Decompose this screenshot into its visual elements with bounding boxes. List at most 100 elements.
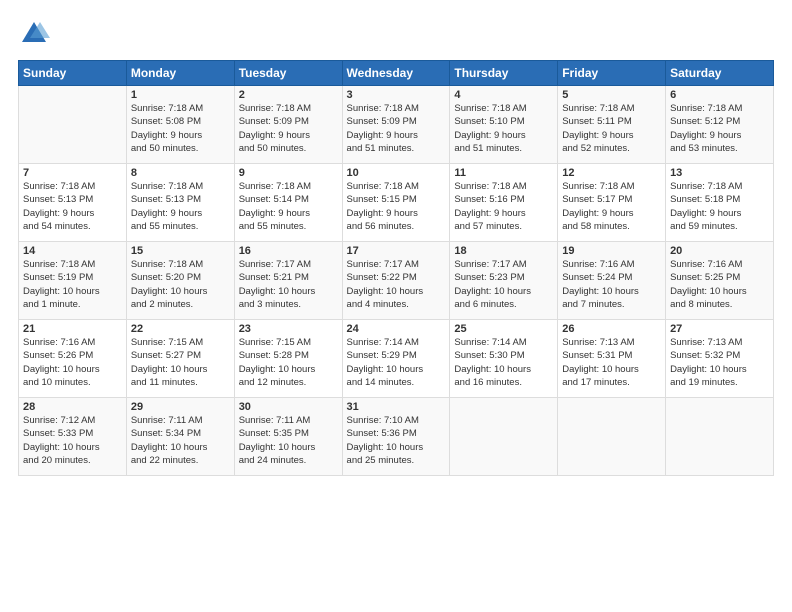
calendar-cell	[19, 86, 127, 164]
week-row-2: 7Sunrise: 7:18 AM Sunset: 5:13 PM Daylig…	[19, 164, 774, 242]
calendar-cell	[666, 398, 774, 476]
calendar-cell: 6Sunrise: 7:18 AM Sunset: 5:12 PM Daylig…	[666, 86, 774, 164]
calendar-cell: 20Sunrise: 7:16 AM Sunset: 5:25 PM Dayli…	[666, 242, 774, 320]
day-info: Sunrise: 7:18 AM Sunset: 5:18 PM Dayligh…	[670, 180, 769, 233]
header	[18, 18, 774, 50]
day-info: Sunrise: 7:13 AM Sunset: 5:32 PM Dayligh…	[670, 336, 769, 389]
day-number: 30	[239, 401, 338, 413]
day-info: Sunrise: 7:18 AM Sunset: 5:09 PM Dayligh…	[347, 102, 446, 155]
day-number: 13	[670, 167, 769, 179]
day-info: Sunrise: 7:15 AM Sunset: 5:28 PM Dayligh…	[239, 336, 338, 389]
day-info: Sunrise: 7:18 AM Sunset: 5:14 PM Dayligh…	[239, 180, 338, 233]
day-number: 21	[23, 323, 122, 335]
day-info: Sunrise: 7:10 AM Sunset: 5:36 PM Dayligh…	[347, 414, 446, 467]
day-number: 28	[23, 401, 122, 413]
calendar-cell: 19Sunrise: 7:16 AM Sunset: 5:24 PM Dayli…	[558, 242, 666, 320]
calendar-cell	[450, 398, 558, 476]
calendar-cell: 21Sunrise: 7:16 AM Sunset: 5:26 PM Dayli…	[19, 320, 127, 398]
calendar-header: SundayMondayTuesdayWednesdayThursdayFrid…	[19, 61, 774, 86]
day-number: 20	[670, 245, 769, 257]
day-number: 24	[347, 323, 446, 335]
day-number: 27	[670, 323, 769, 335]
header-cell-friday: Friday	[558, 61, 666, 86]
day-info: Sunrise: 7:17 AM Sunset: 5:22 PM Dayligh…	[347, 258, 446, 311]
day-info: Sunrise: 7:16 AM Sunset: 5:26 PM Dayligh…	[23, 336, 122, 389]
calendar-cell: 28Sunrise: 7:12 AM Sunset: 5:33 PM Dayli…	[19, 398, 127, 476]
header-cell-monday: Monday	[126, 61, 234, 86]
logo	[18, 18, 54, 50]
day-info: Sunrise: 7:18 AM Sunset: 5:09 PM Dayligh…	[239, 102, 338, 155]
day-info: Sunrise: 7:18 AM Sunset: 5:08 PM Dayligh…	[131, 102, 230, 155]
header-cell-thursday: Thursday	[450, 61, 558, 86]
calendar-cell: 18Sunrise: 7:17 AM Sunset: 5:23 PM Dayli…	[450, 242, 558, 320]
day-info: Sunrise: 7:18 AM Sunset: 5:17 PM Dayligh…	[562, 180, 661, 233]
day-info: Sunrise: 7:18 AM Sunset: 5:20 PM Dayligh…	[131, 258, 230, 311]
day-number: 31	[347, 401, 446, 413]
calendar-table: SundayMondayTuesdayWednesdayThursdayFrid…	[18, 60, 774, 476]
day-info: Sunrise: 7:16 AM Sunset: 5:25 PM Dayligh…	[670, 258, 769, 311]
day-number: 3	[347, 89, 446, 101]
day-number: 5	[562, 89, 661, 101]
calendar-cell: 7Sunrise: 7:18 AM Sunset: 5:13 PM Daylig…	[19, 164, 127, 242]
day-number: 14	[23, 245, 122, 257]
calendar-cell: 1Sunrise: 7:18 AM Sunset: 5:08 PM Daylig…	[126, 86, 234, 164]
week-row-5: 28Sunrise: 7:12 AM Sunset: 5:33 PM Dayli…	[19, 398, 774, 476]
day-number: 8	[131, 167, 230, 179]
page: SundayMondayTuesdayWednesdayThursdayFrid…	[0, 0, 792, 612]
header-row: SundayMondayTuesdayWednesdayThursdayFrid…	[19, 61, 774, 86]
day-number: 2	[239, 89, 338, 101]
calendar-cell: 3Sunrise: 7:18 AM Sunset: 5:09 PM Daylig…	[342, 86, 450, 164]
day-info: Sunrise: 7:12 AM Sunset: 5:33 PM Dayligh…	[23, 414, 122, 467]
day-info: Sunrise: 7:15 AM Sunset: 5:27 PM Dayligh…	[131, 336, 230, 389]
calendar-cell: 4Sunrise: 7:18 AM Sunset: 5:10 PM Daylig…	[450, 86, 558, 164]
day-info: Sunrise: 7:14 AM Sunset: 5:30 PM Dayligh…	[454, 336, 553, 389]
day-number: 19	[562, 245, 661, 257]
day-info: Sunrise: 7:17 AM Sunset: 5:21 PM Dayligh…	[239, 258, 338, 311]
calendar-body: 1Sunrise: 7:18 AM Sunset: 5:08 PM Daylig…	[19, 86, 774, 476]
day-number: 26	[562, 323, 661, 335]
day-info: Sunrise: 7:16 AM Sunset: 5:24 PM Dayligh…	[562, 258, 661, 311]
day-info: Sunrise: 7:18 AM Sunset: 5:19 PM Dayligh…	[23, 258, 122, 311]
calendar-cell: 29Sunrise: 7:11 AM Sunset: 5:34 PM Dayli…	[126, 398, 234, 476]
calendar-cell: 31Sunrise: 7:10 AM Sunset: 5:36 PM Dayli…	[342, 398, 450, 476]
calendar-cell: 15Sunrise: 7:18 AM Sunset: 5:20 PM Dayli…	[126, 242, 234, 320]
day-info: Sunrise: 7:11 AM Sunset: 5:34 PM Dayligh…	[131, 414, 230, 467]
calendar-cell: 26Sunrise: 7:13 AM Sunset: 5:31 PM Dayli…	[558, 320, 666, 398]
calendar-cell: 14Sunrise: 7:18 AM Sunset: 5:19 PM Dayli…	[19, 242, 127, 320]
day-info: Sunrise: 7:18 AM Sunset: 5:13 PM Dayligh…	[131, 180, 230, 233]
calendar-cell: 17Sunrise: 7:17 AM Sunset: 5:22 PM Dayli…	[342, 242, 450, 320]
calendar-cell: 27Sunrise: 7:13 AM Sunset: 5:32 PM Dayli…	[666, 320, 774, 398]
day-number: 9	[239, 167, 338, 179]
calendar-cell: 8Sunrise: 7:18 AM Sunset: 5:13 PM Daylig…	[126, 164, 234, 242]
calendar-cell: 5Sunrise: 7:18 AM Sunset: 5:11 PM Daylig…	[558, 86, 666, 164]
calendar-cell	[558, 398, 666, 476]
day-number: 18	[454, 245, 553, 257]
day-info: Sunrise: 7:14 AM Sunset: 5:29 PM Dayligh…	[347, 336, 446, 389]
day-info: Sunrise: 7:18 AM Sunset: 5:11 PM Dayligh…	[562, 102, 661, 155]
day-number: 7	[23, 167, 122, 179]
header-cell-tuesday: Tuesday	[234, 61, 342, 86]
day-number: 25	[454, 323, 553, 335]
day-info: Sunrise: 7:18 AM Sunset: 5:15 PM Dayligh…	[347, 180, 446, 233]
day-number: 6	[670, 89, 769, 101]
week-row-3: 14Sunrise: 7:18 AM Sunset: 5:19 PM Dayli…	[19, 242, 774, 320]
day-info: Sunrise: 7:17 AM Sunset: 5:23 PM Dayligh…	[454, 258, 553, 311]
day-number: 22	[131, 323, 230, 335]
header-cell-saturday: Saturday	[666, 61, 774, 86]
day-info: Sunrise: 7:18 AM Sunset: 5:13 PM Dayligh…	[23, 180, 122, 233]
calendar-cell: 16Sunrise: 7:17 AM Sunset: 5:21 PM Dayli…	[234, 242, 342, 320]
calendar-cell: 10Sunrise: 7:18 AM Sunset: 5:15 PM Dayli…	[342, 164, 450, 242]
day-number: 23	[239, 323, 338, 335]
calendar-cell: 25Sunrise: 7:14 AM Sunset: 5:30 PM Dayli…	[450, 320, 558, 398]
day-number: 1	[131, 89, 230, 101]
day-number: 17	[347, 245, 446, 257]
day-info: Sunrise: 7:18 AM Sunset: 5:10 PM Dayligh…	[454, 102, 553, 155]
header-cell-sunday: Sunday	[19, 61, 127, 86]
calendar-cell: 2Sunrise: 7:18 AM Sunset: 5:09 PM Daylig…	[234, 86, 342, 164]
calendar-cell: 30Sunrise: 7:11 AM Sunset: 5:35 PM Dayli…	[234, 398, 342, 476]
calendar-cell: 9Sunrise: 7:18 AM Sunset: 5:14 PM Daylig…	[234, 164, 342, 242]
calendar-cell: 12Sunrise: 7:18 AM Sunset: 5:17 PM Dayli…	[558, 164, 666, 242]
day-number: 11	[454, 167, 553, 179]
day-info: Sunrise: 7:18 AM Sunset: 5:12 PM Dayligh…	[670, 102, 769, 155]
calendar-cell: 22Sunrise: 7:15 AM Sunset: 5:27 PM Dayli…	[126, 320, 234, 398]
